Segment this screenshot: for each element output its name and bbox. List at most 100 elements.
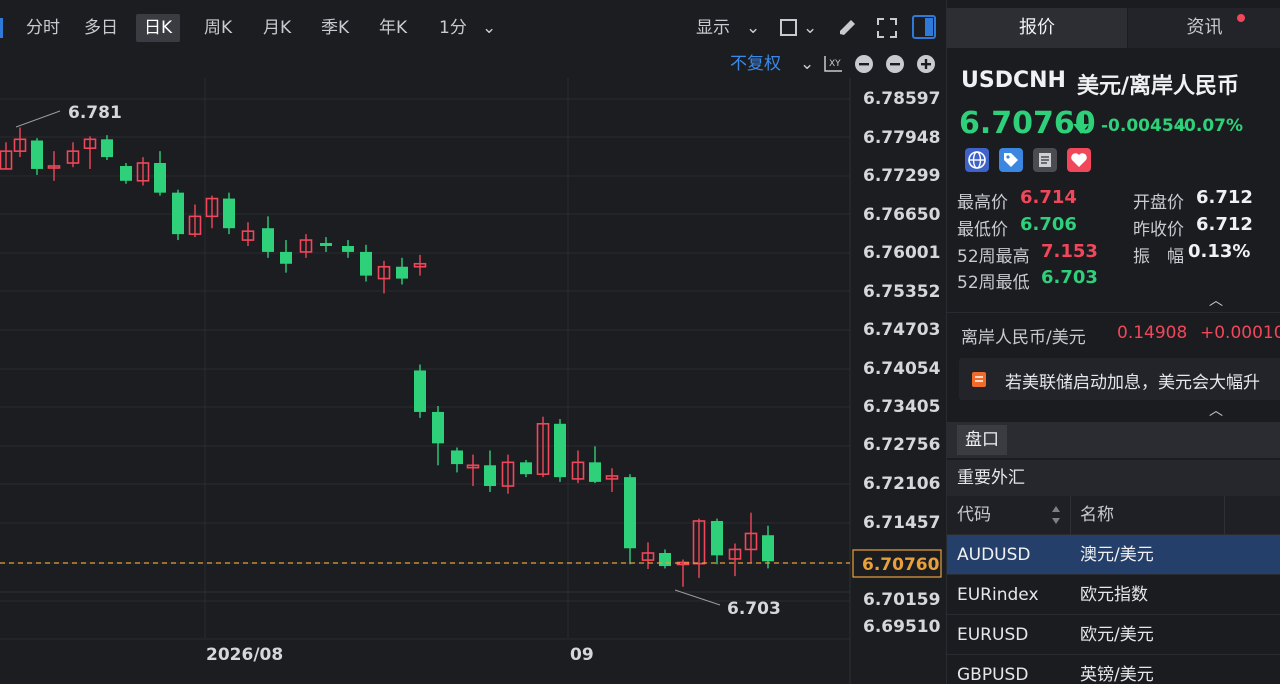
tab-pankou[interactable]: 盘口 xyxy=(957,425,1007,455)
row-code: EURUSD xyxy=(957,625,1029,645)
candle-body-down xyxy=(414,370,426,412)
row-name: 英镑/美元 xyxy=(1080,665,1154,684)
divider xyxy=(947,312,1280,313)
candle-body-down xyxy=(711,520,723,556)
row-name: 欧元指数 xyxy=(1080,585,1148,605)
tf-fenshi[interactable]: 分时 xyxy=(18,14,68,42)
candle-body-down xyxy=(432,411,444,444)
price-axis: 6.78597 6.77948 6.77299 6.76650 6.76001 6.753… xyxy=(852,89,942,637)
chevron-up-icon[interactable]: ︿ xyxy=(1209,400,1223,420)
heart-icon[interactable] xyxy=(1067,148,1091,172)
w52-high-label: 52周最高 xyxy=(957,247,1030,267)
candle-body-down xyxy=(554,423,566,478)
adjust-dropdown[interactable]: 不复权 xyxy=(730,50,781,78)
tf-duori[interactable]: 多日 xyxy=(76,14,126,42)
news-badge-dot xyxy=(1237,14,1245,22)
pen-icon[interactable] xyxy=(836,16,858,38)
time-axis: 2026/08 09 xyxy=(206,645,594,665)
price-tick-label: 6.73405 xyxy=(863,397,940,417)
svg-text:XY: XY xyxy=(829,59,841,69)
candle-body-down xyxy=(659,552,671,567)
chevron-down-icon[interactable]: ⌄ xyxy=(803,14,817,42)
chart-panel: 分时 多日 日K 周K 月K 季K 年K 1分 ⌄ 显示 ⌄ ⌄ 不复权 ⌄ X… xyxy=(0,0,946,684)
candle-body-down xyxy=(484,465,496,487)
chevron-down-icon[interactable]: ⌄ xyxy=(800,50,814,78)
price-tick-label: 6.74054 xyxy=(863,359,941,379)
col-code[interactable]: 代码 xyxy=(957,496,991,534)
prev-close-value: 6.712 xyxy=(1196,214,1253,235)
zoom-out-icon[interactable] xyxy=(854,54,874,74)
news-banner[interactable]: 若美联储启动加息，美元会大幅升 xyxy=(959,358,1280,400)
note-icon[interactable] xyxy=(1033,148,1057,172)
time-tick-label: 2026/08 xyxy=(206,645,283,665)
sort-icon[interactable] xyxy=(1051,505,1061,525)
high-value: 6.714 xyxy=(1020,187,1077,208)
tf-daily-k[interactable]: 日K xyxy=(136,14,181,42)
table-row[interactable]: EURindex 欧元指数 xyxy=(947,574,1280,614)
zoom-in-icon[interactable] xyxy=(916,54,936,74)
row-name: 澳元/美元 xyxy=(1080,545,1154,565)
table-row[interactable]: EURUSD 欧元/美元 xyxy=(947,614,1280,654)
candle-body-down xyxy=(624,477,636,549)
price-tick-label: 6.71457 xyxy=(863,513,940,533)
candles xyxy=(0,127,774,587)
tag-icon[interactable] xyxy=(999,148,1023,172)
candle-body-down xyxy=(120,165,132,181)
price-change: -0.00454 xyxy=(1101,116,1186,136)
price-tick-label: 6.74703 xyxy=(863,320,940,340)
low-value: 6.706 xyxy=(1020,214,1077,235)
pankou-header: 盘口 xyxy=(947,422,1280,458)
tf-quarterly-k[interactable]: 季K xyxy=(313,14,357,42)
zoom-out-icon[interactable] xyxy=(885,54,905,74)
col-name[interactable]: 名称 xyxy=(1080,496,1114,534)
fullscreen-icon[interactable] xyxy=(876,17,898,39)
chevron-down-icon[interactable]: ⌄ xyxy=(482,14,496,42)
price-tick-label: 6.77948 xyxy=(863,128,940,148)
open-value: 6.712 xyxy=(1196,187,1253,208)
tf-monthly-k[interactable]: 月K xyxy=(255,14,299,42)
candle-body-down xyxy=(31,140,43,169)
quote-panel: 报价 资讯 USDCNH 美元/离岸人民币 6.70760 -0.00454 -… xyxy=(946,0,1280,684)
chevron-down-icon[interactable]: ⌄ xyxy=(746,14,760,42)
high-annotation-line xyxy=(15,110,61,128)
display-dropdown[interactable]: 显示 xyxy=(696,14,730,42)
price-tick-label: 6.77299 xyxy=(863,166,940,186)
chart-sub-toolbar: 不复权 ⌄ XY xyxy=(0,50,946,78)
table-row[interactable]: AUDUSD 澳元/美元 xyxy=(947,534,1280,574)
candle-body-down xyxy=(342,245,354,252)
price-tick-label: 6.76650 xyxy=(863,205,941,225)
table-row[interactable]: GBPUSD 英镑/美元 xyxy=(947,654,1280,684)
row-code: AUDUSD xyxy=(957,545,1031,565)
price-tick-label: 6.75352 xyxy=(863,282,940,302)
price-tick-label: 6.78597 xyxy=(863,89,940,109)
left-edge-marker xyxy=(0,18,3,38)
candle-body-down xyxy=(520,462,532,475)
amplitude-label: 振 幅 xyxy=(1133,247,1184,267)
sidebar-toggle-icon[interactable] xyxy=(912,15,936,39)
low-label: 最低价 xyxy=(957,220,1008,240)
chevron-up-icon[interactable]: ︿ xyxy=(1209,290,1223,310)
price-tick-label: 6.72106 xyxy=(863,474,940,494)
price-change-pct: -0.07% xyxy=(1177,116,1244,136)
fx-section-header: 重要外汇 xyxy=(947,460,1280,496)
chart-toolbar: 分时 多日 日K 周K 月K 季K 年K 1分 ⌄ 显示 ⌄ ⌄ xyxy=(0,8,946,48)
tf-yearly-k[interactable]: 年K xyxy=(371,14,415,42)
symbol-name: 美元/离岸人民币 xyxy=(1077,74,1240,99)
candle-body-down xyxy=(223,198,235,229)
tab-quote[interactable]: 报价 xyxy=(947,8,1127,48)
candle-body-down xyxy=(172,192,184,235)
related-name[interactable]: 离岸人民币/美元 xyxy=(961,323,1086,348)
square-outline-icon[interactable] xyxy=(780,19,797,36)
tf-1min[interactable]: 1分 xyxy=(431,14,475,42)
tab-news[interactable]: 资讯 xyxy=(1128,8,1280,48)
tf-weekly-k[interactable]: 周K xyxy=(196,14,240,42)
w52-low-label: 52周最低 xyxy=(957,273,1030,293)
price-tick-label: 6.70159 xyxy=(863,590,940,610)
news-icon xyxy=(972,372,986,387)
axis-scale-icon[interactable]: XY xyxy=(822,54,844,74)
related-change: +0.00010 xyxy=(1200,323,1280,343)
globe-icon[interactable] xyxy=(965,148,989,172)
candlestick-chart[interactable]: 6.78597 6.77948 6.77299 6.76650 6.76001 6.753… xyxy=(0,78,946,684)
w52-high-value: 7.153 xyxy=(1041,241,1098,262)
price-tick-label: 6.76001 xyxy=(863,243,940,263)
